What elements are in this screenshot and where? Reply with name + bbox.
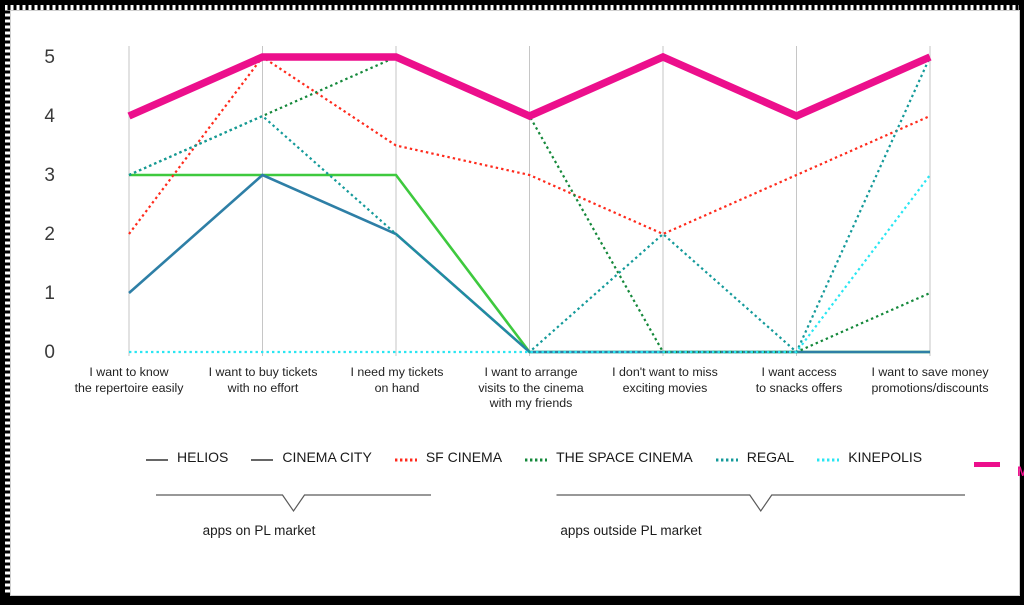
screenshot-root: 5 4 3 2 1 0 I want to know the repertoir… xyxy=(0,0,1024,600)
bracket-label-0: apps on PL market xyxy=(185,523,333,538)
bracket-0 xyxy=(156,495,431,511)
bracket-1 xyxy=(557,495,966,511)
line-chart: 5 4 3 2 1 0 I want to know the repertoir… xyxy=(5,5,1024,605)
bracket-label-1: apps outside PL market xyxy=(553,523,709,538)
group-brackets xyxy=(5,5,1024,605)
